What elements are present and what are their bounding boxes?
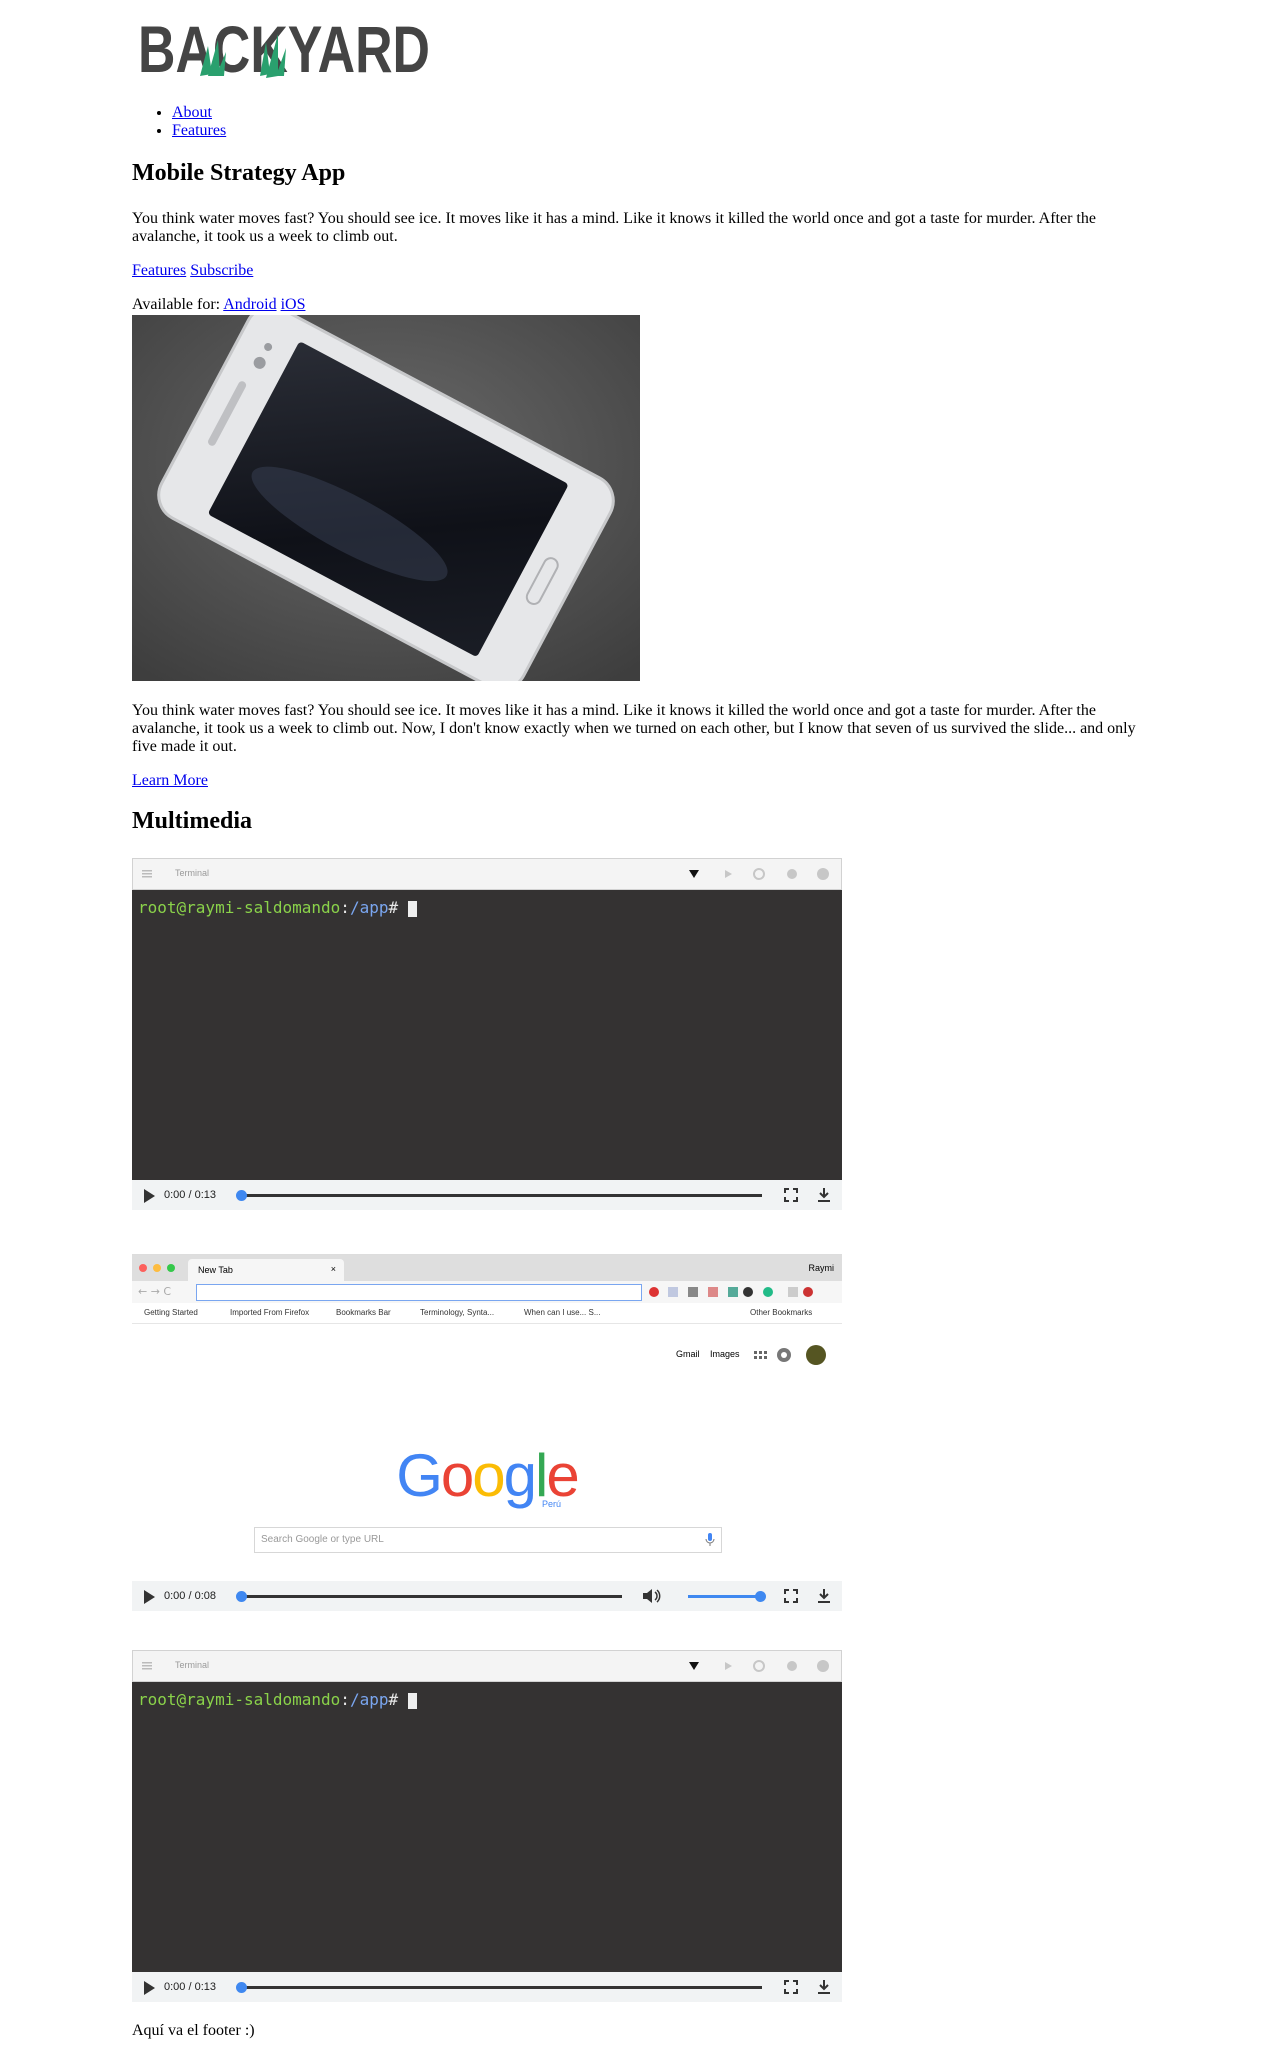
- learn-more-wrap: Learn More: [132, 772, 1152, 790]
- close-icon[interactable]: ×: [331, 1264, 336, 1274]
- seek-bar[interactable]: [242, 1986, 762, 1989]
- hero-links: Features Subscribe: [132, 262, 1152, 280]
- browser-tabbar: New Tab × Raymi: [132, 1255, 842, 1281]
- fullscreen-icon[interactable]: [784, 1188, 798, 1202]
- nav-item: Features: [172, 122, 226, 140]
- seek-bar[interactable]: [242, 1595, 622, 1598]
- fullscreen-icon[interactable]: [784, 1589, 798, 1603]
- intro-paragraph: You think water moves fast? You should s…: [132, 210, 1096, 245]
- availability: Available for: Android iOS: [132, 296, 1152, 314]
- nav-item: About: [172, 104, 226, 122]
- gmail-link[interactable]: Gmail: [676, 1349, 700, 1359]
- terminal-cursor: [408, 900, 418, 917]
- google-logo: Google: [396, 1442, 580, 1509]
- bookmark-item[interactable]: Other Bookmarks: [750, 1308, 812, 1317]
- nav-link-features[interactable]: Features: [172, 122, 226, 139]
- terminal-cursor: [408, 1692, 418, 1709]
- bookmark-item[interactable]: Terminology, Synta...: [420, 1308, 494, 1317]
- subscribe-link[interactable]: Subscribe: [190, 262, 253, 279]
- terminal-tab-label: Terminal: [175, 1660, 210, 1670]
- terminal-toolbar: Terminal: [132, 858, 842, 890]
- play-icon[interactable]: [144, 1981, 155, 1995]
- bookmark-item[interactable]: Imported From Firefox: [230, 1308, 309, 1317]
- available-label: Available for:: [132, 296, 221, 313]
- video-player-3[interactable]: Terminal root@raymi-saldomando:/app# 0:0…: [132, 1650, 842, 2002]
- page-title: Mobile Strategy App: [132, 160, 346, 186]
- backyard-logo[interactable]: BACKYARD: [138, 12, 434, 82]
- bookmark-item[interactable]: When can I use... S...: [524, 1308, 600, 1317]
- video-player-1[interactable]: Terminal root@raymi-saldomando:/app# 0:0…: [132, 858, 842, 1210]
- video-player-2[interactable]: New Tab × Raymi ← → C Getting Started Im…: [132, 1254, 842, 1611]
- bookmarks-bar: Getting Started Imported From Firefox Bo…: [132, 1303, 842, 1324]
- play-icon[interactable]: [144, 1590, 155, 1604]
- google-country: Perú: [542, 1499, 562, 1509]
- volume-slider[interactable]: [688, 1595, 760, 1598]
- video-time: 0:00 / 0:13: [164, 1189, 216, 1201]
- download-icon[interactable]: [816, 1979, 832, 1995]
- tab-title: New Tab: [198, 1265, 233, 1275]
- terminal-icons: [725, 1660, 829, 1672]
- seek-handle[interactable]: [236, 1190, 247, 1201]
- nav-link-about[interactable]: About: [172, 104, 212, 121]
- download-icon[interactable]: [816, 1187, 832, 1203]
- search-placeholder: Search Google or type URL: [261, 1534, 384, 1545]
- microphone-icon[interactable]: [705, 1533, 715, 1547]
- terminal-prompt: root@raymi-saldomando:/app#: [138, 898, 418, 917]
- volume-handle[interactable]: [755, 1591, 766, 1602]
- features-link[interactable]: Features: [132, 262, 186, 279]
- download-icon[interactable]: [816, 1588, 832, 1604]
- terminal-icons: [725, 868, 829, 880]
- body-paragraph: You think water moves fast? You should s…: [132, 702, 1136, 755]
- video-time: 0:00 / 0:08: [164, 1590, 216, 1602]
- video-time: 0:00 / 0:13: [164, 1981, 216, 1993]
- seek-handle[interactable]: [236, 1982, 247, 1993]
- list-icon: [142, 1662, 152, 1670]
- terminal-tab-label: Terminal: [175, 868, 210, 878]
- fullscreen-icon[interactable]: [784, 1980, 798, 1994]
- footer-text: Aquí va el footer :): [132, 2022, 255, 2039]
- google-search-input[interactable]: Search Google or type URL: [254, 1527, 722, 1553]
- terminal-prompt: root@raymi-saldomando:/app#: [138, 1690, 418, 1709]
- tab-new-tab[interactable]: New Tab ×: [188, 1259, 344, 1281]
- apps-icon[interactable]: [752, 1345, 840, 1367]
- profile-name: Raymi: [808, 1263, 834, 1273]
- list-icon: [142, 870, 152, 878]
- seek-bar[interactable]: [242, 1194, 762, 1197]
- ios-link[interactable]: iOS: [281, 296, 306, 313]
- address-bar-row: ← → C: [132, 1281, 842, 1303]
- video-controls: 0:00 / 0:08: [132, 1581, 842, 1611]
- address-input[interactable]: [196, 1284, 642, 1301]
- phone-image: [132, 315, 640, 681]
- terminal-screen: root@raymi-saldomando:/app#: [132, 1682, 842, 1972]
- dropdown-arrow-icon: [689, 1662, 699, 1670]
- multimedia-heading: Multimedia: [132, 808, 252, 834]
- window-controls-icon: [139, 1264, 175, 1272]
- extension-icons: [649, 1287, 813, 1297]
- bookmark-item[interactable]: Bookmarks Bar: [336, 1308, 391, 1317]
- terminal-toolbar: Terminal: [132, 1650, 842, 1682]
- learn-more-link[interactable]: Learn More: [132, 772, 208, 789]
- browser-screen: New Tab × Raymi ← → C Getting Started Im…: [132, 1254, 842, 1581]
- bookmark-item[interactable]: Getting Started: [144, 1308, 198, 1317]
- nav-arrows-icon[interactable]: ← → C: [138, 1285, 171, 1298]
- android-link[interactable]: Android: [223, 296, 276, 313]
- video-controls: 0:00 / 0:13: [132, 1180, 842, 1210]
- main-nav: About Features: [172, 104, 226, 140]
- images-link[interactable]: Images: [710, 1349, 740, 1359]
- volume-icon[interactable]: [642, 1588, 662, 1604]
- play-icon[interactable]: [144, 1189, 155, 1203]
- seek-handle[interactable]: [236, 1591, 247, 1602]
- dropdown-arrow-icon: [689, 870, 699, 878]
- terminal-screen: root@raymi-saldomando:/app#: [132, 890, 842, 1180]
- video-controls: 0:00 / 0:13: [132, 1972, 842, 2002]
